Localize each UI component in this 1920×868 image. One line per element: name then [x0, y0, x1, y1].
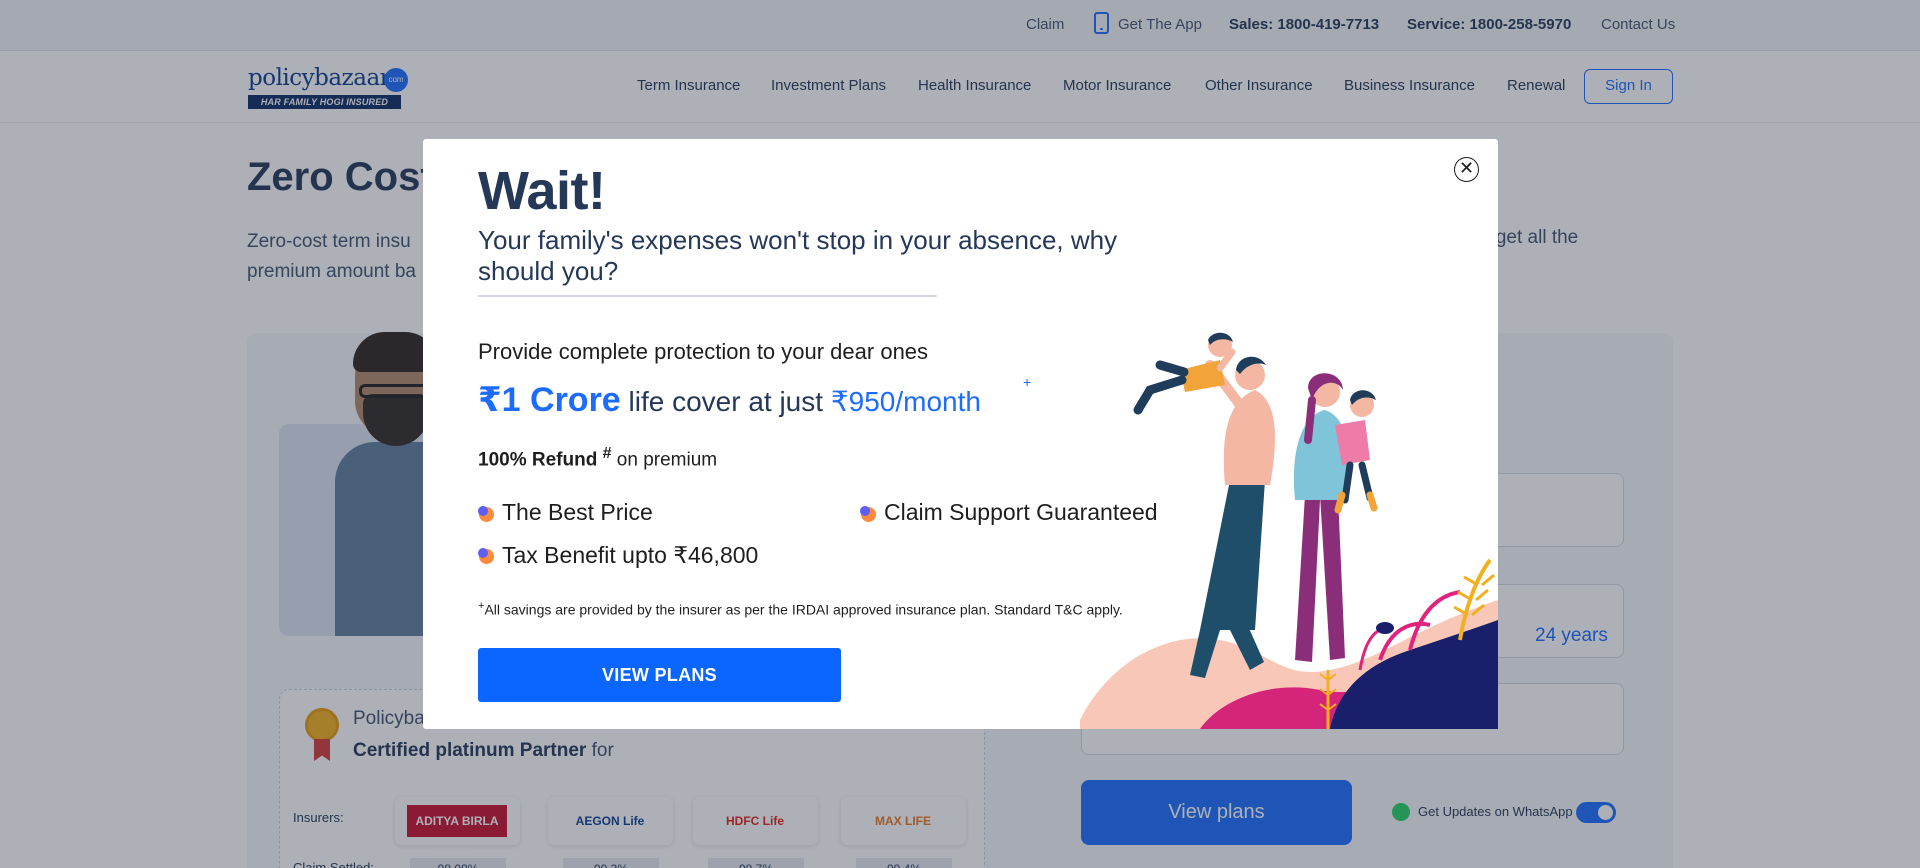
modal-protect-text: Provide complete protection to your dear… — [478, 339, 929, 364]
bullet-icon — [860, 506, 876, 522]
family-illustration — [1080, 332, 1498, 729]
bullet-icon — [478, 506, 494, 522]
bullet-icon — [478, 548, 494, 564]
feature-tax-benefit: Tax Benefit upto ₹46,800 — [502, 542, 759, 568]
feature-best-price: The Best Price — [502, 499, 653, 525]
modal-cover-line: ₹1 Crore life cover at just ₹950/month + — [478, 374, 1031, 420]
cover-plus: + — [1023, 374, 1032, 390]
cover-mid: life cover at just — [620, 386, 831, 417]
modal-refund-line: 100% Refund # on premium — [478, 445, 717, 471]
cover-price: ₹950/month — [830, 386, 981, 417]
modal-divider — [478, 295, 937, 297]
refund-rest: on premium — [611, 449, 718, 471]
refund-bold: 100% Refund — [478, 449, 598, 471]
close-icon[interactable]: ✕ — [1454, 157, 1479, 182]
refund-sup: # — [602, 445, 612, 462]
cover-amount: ₹1 Crore — [478, 381, 621, 419]
view-plans-cta-button[interactable]: VIEW PLANS — [478, 648, 841, 702]
modal-disclaimer: +All savings are provided by the insurer… — [478, 600, 1123, 618]
modal-subtitle: Your family's expenses won't stop in you… — [478, 225, 1118, 286]
modal-title: Wait! — [478, 161, 606, 221]
note-text: All savings are provided by the insurer … — [484, 601, 1123, 618]
